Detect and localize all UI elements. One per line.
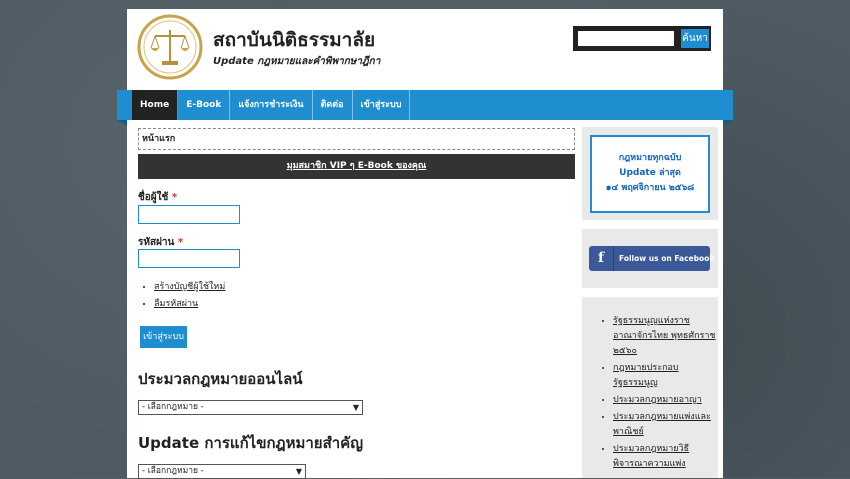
list-item: ลืมรหัสผ่าน	[154, 296, 225, 313]
password-field[interactable]	[138, 249, 240, 268]
scales-of-justice-icon[interactable]	[137, 14, 203, 80]
chevron-down-icon: ▼	[295, 467, 302, 476]
list-item: สร้างบัญชีผู้ใช้ใหม่	[154, 279, 225, 296]
nav-item-payment-notice[interactable]: แจ้งการชำระเงิน	[230, 90, 313, 120]
law-link[interactable]: ประมวลกฎหมายแพ่งและพาณิชย์	[613, 412, 711, 437]
sidebar-law-list: รัฐธรรมนูญแห่งราชอาณาจักรไทย พุทธศักราช …	[597, 314, 723, 474]
list-item: รัฐธรรมนูญแห่งราชอาณาจักรไทย พุทธศักราช …	[613, 314, 723, 359]
forgot-password-link[interactable]: ลืมรหัสผ่าน	[154, 299, 198, 309]
site-title[interactable]: สถาบันนิติธรรมาลัย	[213, 25, 375, 55]
main-nav: Home E-Book แจ้งการชำระเงิน ติดต่อ เข้าส…	[132, 90, 411, 120]
required-mark: *	[171, 192, 178, 203]
law-link[interactable]: ประมวลกฎหมายวิธีพิจารณาความแพ่ง	[613, 444, 689, 469]
law-link[interactable]: กฎหมายประกอบรัฐธรรมนูญ	[613, 363, 679, 388]
account-links: สร้างบัญชีผู้ใช้ใหม่ ลืมรหัสผ่าน	[140, 279, 225, 313]
list-item: ประมวลกฎหมายอาญา	[613, 393, 723, 408]
update-line: ๑๔ พฤศจิกายน ๒๕๖๘	[605, 183, 695, 193]
create-account-link[interactable]: สร้างบัญชีผู้ใช้ใหม่	[154, 282, 225, 292]
law-select[interactable]: - เลือกกฎหมาย - ▼	[138, 400, 363, 415]
select-value: - เลือกกฎหมาย -	[142, 402, 204, 412]
facebook-follow-button[interactable]: f Follow us on Facebook	[589, 246, 714, 271]
nav-fold-right	[723, 120, 733, 126]
list-item: ประมวลกฎหมายวิธีพิจารณาความแพ่ง	[613, 442, 723, 472]
update-line: Update ล่าสุด	[619, 168, 681, 178]
law-update-heading: Update การแก้ไขกฎหมายสำคัญ	[138, 434, 363, 452]
username-field[interactable]	[138, 205, 240, 224]
site-tagline: Update กฎหมายและคำพิพากษาฎีกา	[213, 56, 381, 67]
search-input[interactable]	[578, 31, 674, 46]
nav-item-home[interactable]: Home	[132, 90, 179, 120]
update-line: กฎหมายทุกฉบับ	[618, 153, 682, 163]
search-form: ค้นหา	[573, 26, 711, 51]
law-link[interactable]: รัฐธรรมนูญแห่งราชอาณาจักรไทย พุทธศักราช …	[613, 316, 716, 356]
law-update-select[interactable]: - เลือกกฎหมาย - ▼	[138, 464, 306, 479]
latest-update-box[interactable]: กฎหมายทุกฉบับ Update ล่าสุด ๑๔ พฤศจิกายน…	[590, 135, 710, 213]
list-item: ประมวลกฎหมายแพ่งและพาณิชย์	[613, 410, 723, 440]
password-label: รหัสผ่าน *	[138, 237, 184, 248]
login-button[interactable]: เข้าสู่ระบบ	[140, 326, 187, 348]
chevron-down-icon: ▼	[352, 403, 359, 412]
nav-fold-left	[117, 120, 127, 126]
nav-item-login[interactable]: เข้าสู่ระบบ	[353, 90, 411, 120]
nav-item-contact[interactable]: ติดต่อ	[313, 90, 353, 120]
vip-ebook-link[interactable]: มุมสมาชิก VIP ๆ E-Book ของคุณ	[138, 154, 575, 179]
breadcrumb: หน้าแรก	[138, 128, 575, 150]
online-code-heading: ประมวลกฎหมายออนไลน์	[138, 370, 303, 388]
law-link[interactable]: ประมวลกฎหมายอาญา	[613, 395, 702, 405]
search-button[interactable]: ค้นหา	[681, 29, 709, 48]
select-value: - เลือกกฎหมาย -	[142, 466, 204, 476]
nav-item-ebook[interactable]: E-Book	[178, 90, 231, 120]
required-mark: *	[177, 237, 184, 248]
list-item: กฎหมายประกอบรัฐธรรมนูญ	[613, 361, 723, 391]
username-label: ชื่อผู้ใช้ *	[138, 192, 178, 203]
facebook-icon: f	[589, 246, 614, 271]
facebook-label: Follow us on Facebook	[619, 254, 715, 263]
